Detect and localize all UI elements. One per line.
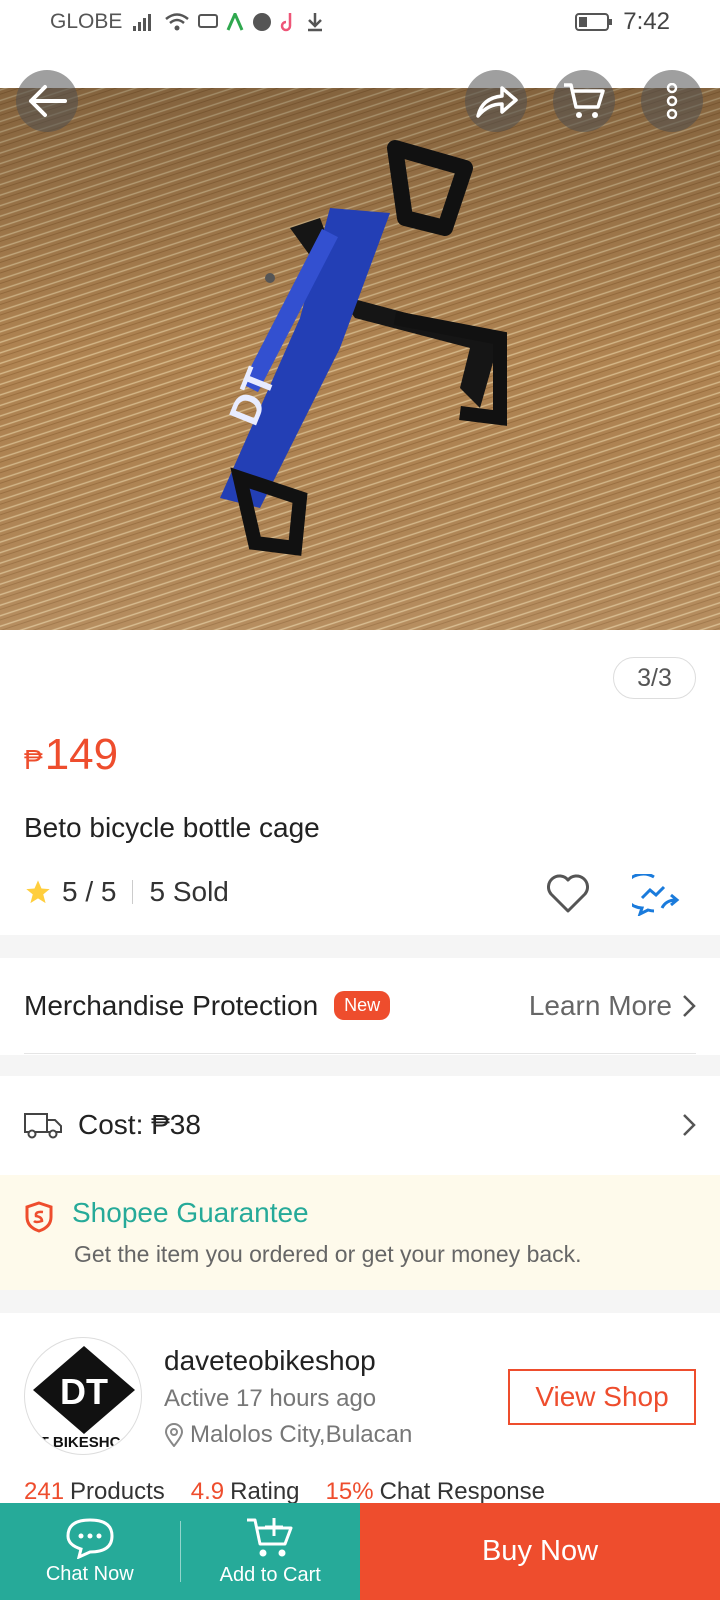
price-value: 149 [44,730,119,779]
shipping-cost: Cost: ₱38 [78,1109,201,1140]
shop-location-label: Malolos City,Bulacan [190,1421,413,1448]
new-badge: New [334,991,391,1020]
back-button[interactable] [16,70,78,132]
heart-icon [547,874,589,913]
shipping-row[interactable]: Cost: ₱38 [24,1076,696,1174]
shop-logo-text: DT [60,1371,108,1412]
shop-logo[interactable]: DT T BIKESHC [24,1337,142,1455]
truck-icon [24,1113,62,1139]
rating-value: 5 / 5 [62,876,117,907]
location-pin-icon [164,1423,184,1447]
shield-icon [25,1201,53,1233]
download-icon [308,13,323,32]
image-counter: 3/3 [613,657,696,699]
view-shop-button[interactable]: View Shop [508,1369,696,1425]
section-divider [0,935,720,958]
learn-more-label: Learn More [528,989,672,1021]
shop-active-status: Active 17 hours ago [164,1385,377,1412]
messenger-status-icon [253,13,272,31]
stat-chat-response: 15% Chat Response [325,1478,545,1505]
section-divider [0,1290,720,1313]
product-page: GLOBE 7:42 DT 3/3 ₱ 149 Beto bicycle bot… [0,0,720,1600]
app-a-icon [227,13,244,31]
shop-section: DT T BIKESHC daveteobikeshop Active 17 h… [0,1313,720,1506]
add-to-cart-label: Add to Cart [219,1564,321,1586]
wifi-icon [165,13,190,31]
more-options-button[interactable] [641,70,703,132]
shopee-guarantee-banner[interactable]: Shopee Guarantee Get the item you ordere… [0,1175,720,1290]
arrow-left-icon [29,85,67,117]
add-cart-icon [247,1518,293,1557]
share-icon [476,86,518,118]
share-button[interactable] [465,70,527,132]
battery-icon [575,13,613,31]
add-to-cart-button[interactable]: Add to Cart [181,1503,361,1600]
signal-icon [133,14,152,31]
bottom-action-bar: Chat Now Add to Cart Buy Now [0,1503,720,1600]
star-icon [26,880,50,904]
chat-icon [66,1518,114,1559]
currency-symbol: ₱ [24,744,43,775]
guarantee-subtitle: Get the item you ordered or get your mon… [74,1241,582,1267]
product-image[interactable]: DT [0,88,720,630]
more-vertical-icon [666,83,678,119]
buy-now-button[interactable]: Buy Now [360,1503,720,1600]
share-messenger-button[interactable] [622,872,680,921]
chat-now-label: Chat Now [45,1563,134,1585]
divider [132,880,134,904]
protection-label: Merchandise Protection [24,989,319,1021]
like-button[interactable] [546,874,590,919]
sold-count: 5 Sold [149,876,229,907]
chat-now-button[interactable]: Chat Now [0,1503,180,1600]
stat-rating: 4.9 Rating [190,1478,300,1505]
clock: 7:42 [623,8,670,35]
cart-button[interactable] [553,70,615,132]
cart-icon [564,83,605,118]
message-icon [198,14,219,28]
product-title: Beto bicycle bottle cage [24,812,320,843]
chevron-right-icon [683,1114,696,1136]
carrier-label: GLOBE [50,10,123,33]
product-price: ₱ 149 [24,730,118,780]
shop-location: Malolos City,Bulacan [164,1421,412,1449]
section-divider [0,1055,720,1076]
tiktok-icon [281,13,292,32]
stat-products: 241 Products [24,1478,165,1505]
learn-more-link[interactable]: Learn More [529,990,696,1022]
messenger-share-icon [622,872,680,917]
shop-logo-subtext: T BIKESHC [40,1434,121,1451]
merchandise-protection-row[interactable]: Merchandise Protection New Learn More [24,958,696,1054]
guarantee-title: Shopee Guarantee [72,1197,309,1228]
shop-stats: 241 Products 4.9 Rating 15% Chat Response [24,1478,545,1506]
chevron-right-icon [683,994,696,1017]
shop-name[interactable]: daveteobikeshop [164,1345,376,1377]
rating-row: 5 / 5 5 Sold [24,876,229,908]
status-bar: GLOBE 7:42 [0,0,720,44]
